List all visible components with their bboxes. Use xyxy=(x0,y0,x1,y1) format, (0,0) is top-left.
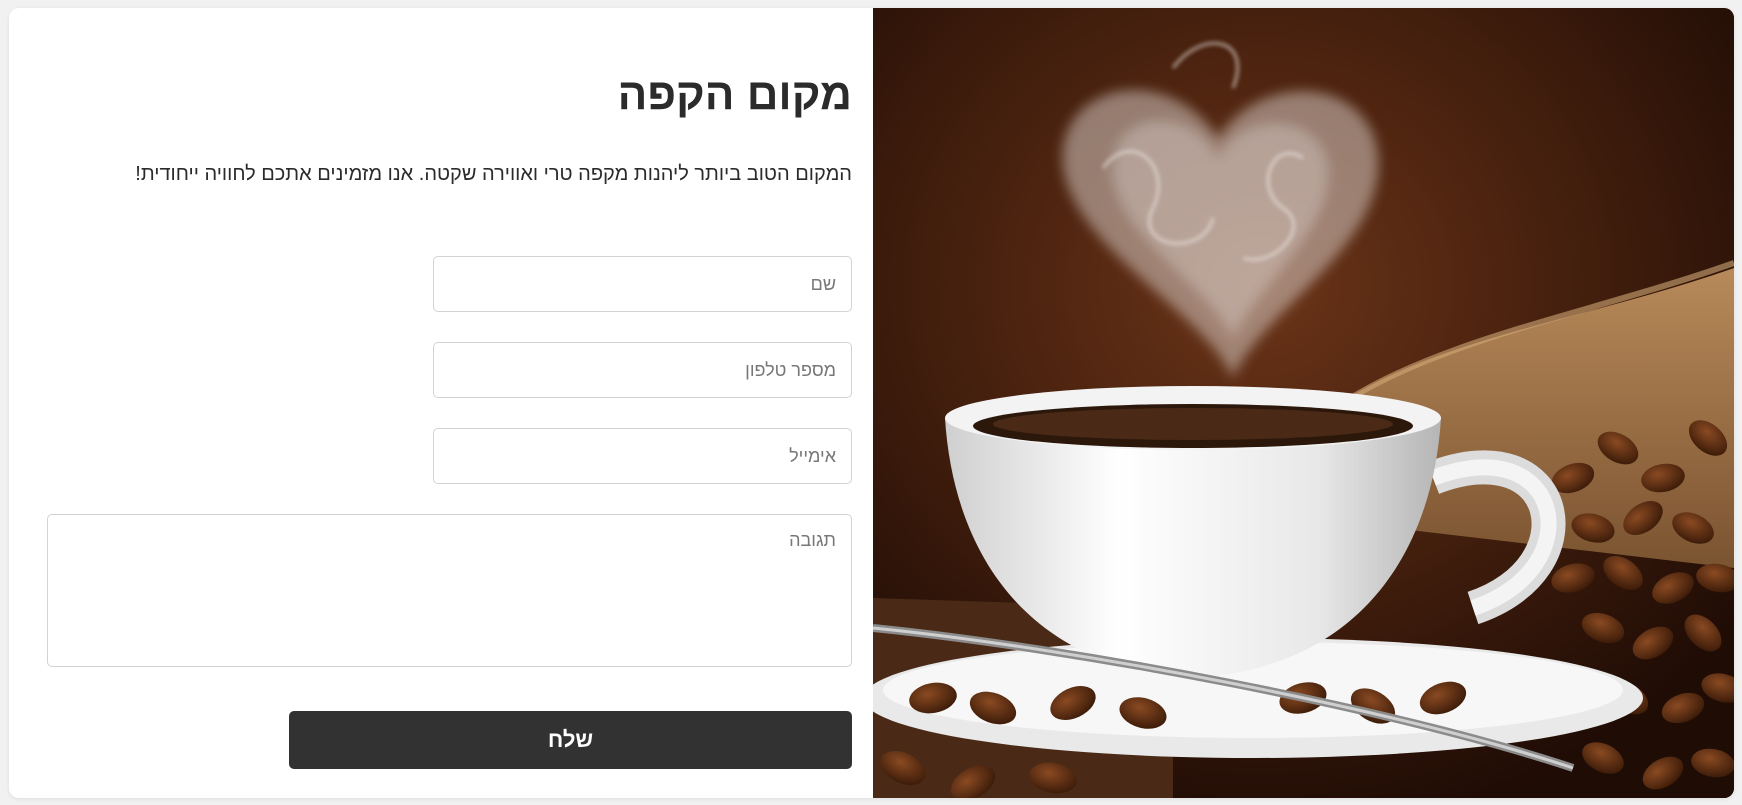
page-title: מקום הקפה xyxy=(617,70,852,119)
contact-form-panel: מקום הקפה המקום הטוב ביותר ליהנות מקפה ט… xyxy=(9,8,873,798)
submit-button[interactable]: שלח xyxy=(289,711,852,769)
page-description: המקום הטוב ביותר ליהנות מקפה טרי ואווירה… xyxy=(135,163,852,185)
coffee-image xyxy=(873,8,1734,798)
email-input[interactable] xyxy=(433,428,852,484)
name-input[interactable] xyxy=(433,256,852,312)
main-card: מקום הקפה המקום הטוב ביותר ליהנות מקפה ט… xyxy=(9,8,1734,798)
feedback-textarea[interactable] xyxy=(47,514,852,667)
phone-input[interactable] xyxy=(433,342,852,398)
coffee-cup-illustration xyxy=(873,8,1734,798)
